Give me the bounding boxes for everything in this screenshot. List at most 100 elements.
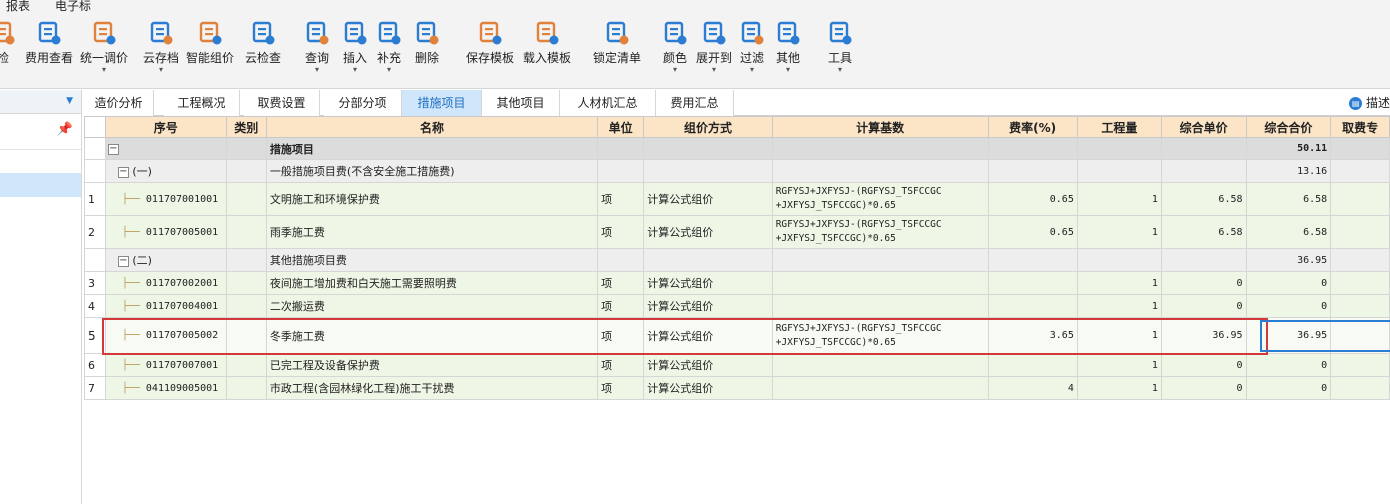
tab-2[interactable]: 取费设置 [244, 90, 320, 116]
rate-cell[interactable] [987, 353, 1078, 377]
column-header[interactable]: 类别 [225, 116, 267, 138]
price-cell[interactable]: 0 [1160, 376, 1247, 400]
qty-cell[interactable] [1076, 248, 1162, 272]
toolbar-button-15[interactable]: 过滤 ▾ [739, 19, 765, 74]
qty-cell[interactable]: 1 [1076, 294, 1162, 318]
basis-cell[interactable]: RGFYSJ+JXFYSJ-(RGFYSJ_TSFCCGC +JXFYSJ_TS… [771, 215, 989, 249]
toolbar-button-10[interactable]: 保存模板 [466, 19, 514, 66]
collapse-toggle-icon[interactable]: − [117, 255, 129, 267]
qty-cell[interactable] [1076, 159, 1162, 183]
pin-icon[interactable]: 📌 [57, 122, 73, 137]
total-cell[interactable]: 0 [1245, 271, 1332, 295]
rate-cell[interactable] [987, 271, 1078, 295]
category-cell[interactable] [225, 182, 267, 216]
tab-7[interactable]: 费用汇总 [656, 90, 734, 116]
chevron-down-icon[interactable]: ▾ [739, 66, 765, 74]
column-header[interactable]: 组价方式 [643, 116, 773, 138]
rate-cell[interactable]: 3.65 [987, 317, 1078, 354]
fee-cell[interactable] [1330, 159, 1390, 183]
method-cell[interactable]: 计算公式组价 [643, 294, 773, 318]
price-cell[interactable]: 0 [1160, 353, 1247, 377]
toolbar-button-14[interactable]: 展开到 ▾ [696, 19, 732, 74]
name-cell[interactable]: 文明施工和环境保护费 [265, 182, 599, 216]
price-cell[interactable]: 6.58 [1160, 215, 1247, 249]
toolbar-button-5[interactable]: 云检查 [245, 19, 281, 66]
tab-0[interactable]: 造价分析 [84, 90, 154, 116]
row-number[interactable]: 3 [84, 271, 106, 295]
chevron-down-icon[interactable]: ▾ [342, 66, 368, 74]
basis-cell[interactable] [771, 137, 989, 160]
menu-report[interactable]: 报表 [6, 0, 30, 14]
rate-cell[interactable]: 0.65 [987, 182, 1078, 216]
tab-1[interactable]: 工程概况 [164, 90, 240, 116]
qty-cell[interactable]: 1 [1076, 215, 1162, 249]
row-number[interactable]: 7 [84, 376, 106, 400]
category-cell[interactable] [225, 294, 267, 318]
rate-cell[interactable]: 0.65 [987, 215, 1078, 249]
fee-cell[interactable] [1330, 294, 1390, 318]
total-cell[interactable]: 0 [1245, 294, 1332, 318]
method-cell[interactable]: 计算公式组价 [643, 317, 773, 354]
basis-cell[interactable] [771, 353, 989, 377]
code-cell[interactable]: ├── 011707007001 [104, 353, 227, 377]
fee-cell[interactable] [1330, 182, 1390, 216]
unit-cell[interactable]: 项 [597, 353, 645, 377]
method-cell[interactable]: 计算公式组价 [643, 182, 773, 216]
total-cell[interactable]: 6.58 [1245, 182, 1332, 216]
fee-cell[interactable] [1330, 271, 1390, 295]
toolbar-button-17[interactable]: 工具 ▾ [827, 19, 853, 74]
menu-e-bid[interactable]: 电子标 [55, 0, 91, 14]
price-cell[interactable]: 0 [1160, 271, 1247, 295]
row-number[interactable]: 2 [84, 215, 106, 249]
method-cell[interactable] [643, 137, 773, 160]
column-header[interactable]: 综合合价 [1245, 116, 1332, 138]
price-cell[interactable] [1160, 137, 1247, 160]
chevron-down-icon[interactable]: ▾ [696, 66, 732, 74]
basis-cell[interactable] [771, 248, 989, 272]
unit-cell[interactable]: 项 [597, 271, 645, 295]
collapse-toggle-icon[interactable]: − [107, 143, 119, 155]
price-cell[interactable]: 6.58 [1160, 182, 1247, 216]
left-panel-selected-item[interactable] [0, 173, 81, 197]
method-cell[interactable] [643, 248, 773, 272]
code-cell[interactable]: − (一) [104, 159, 227, 183]
column-header[interactable]: 综合单价 [1160, 116, 1247, 138]
code-cell[interactable]: − [104, 137, 227, 160]
qty-cell[interactable]: 1 [1076, 353, 1162, 377]
row-number[interactable]: 5 [84, 317, 106, 354]
table-row[interactable]: 5 ├── 011707005002 冬季施工费项计算公式组价 RGFYSJ+JXFY… [84, 317, 1390, 354]
price-cell[interactable]: 36.95 [1160, 317, 1247, 354]
qty-cell[interactable] [1076, 137, 1162, 160]
column-header[interactable]: 工程量 [1076, 116, 1162, 138]
total-cell[interactable]: 36.95 [1245, 317, 1332, 354]
fee-cell[interactable] [1330, 137, 1390, 160]
category-cell[interactable] [225, 137, 267, 160]
method-cell[interactable]: 计算公式组价 [643, 353, 773, 377]
code-cell[interactable]: − (二) [104, 248, 227, 272]
tab-5[interactable]: 其他项目 [482, 90, 560, 116]
basis-cell[interactable] [771, 271, 989, 295]
price-cell[interactable]: 0 [1160, 294, 1247, 318]
qty-cell[interactable]: 1 [1076, 182, 1162, 216]
chevron-down-icon[interactable]: ▾ [376, 66, 402, 74]
name-cell[interactable]: 已完工程及设备保护费 [265, 353, 599, 377]
category-cell[interactable] [225, 353, 267, 377]
table-row[interactable]: 1 ├── 011707001001 文明施工和环境保护费项计算公式组价 RGFYSJ… [84, 182, 1390, 216]
chevron-down-icon[interactable]: ▾ [143, 66, 179, 74]
rate-cell[interactable] [987, 294, 1078, 318]
toolbar-button-9[interactable]: 删除 [414, 19, 440, 66]
name-cell[interactable]: 冬季施工费 [265, 317, 599, 354]
code-cell[interactable]: ├── 011707005001 [104, 215, 227, 249]
name-cell[interactable]: 雨季施工费 [265, 215, 599, 249]
qty-cell[interactable]: 1 [1076, 376, 1162, 400]
price-cell[interactable] [1160, 248, 1247, 272]
column-header[interactable]: 费率(%) [987, 116, 1078, 138]
method-cell[interactable] [643, 159, 773, 183]
row-number[interactable]: 6 [84, 353, 106, 377]
toolbar-button-16[interactable]: 其他 ▾ [775, 19, 801, 74]
basis-cell[interactable] [771, 376, 989, 400]
row-number[interactable] [84, 248, 106, 272]
unit-cell[interactable]: 项 [597, 294, 645, 318]
row-number[interactable] [84, 137, 106, 160]
basis-cell[interactable]: RGFYSJ+JXFYSJ-(RGFYSJ_TSFCCGC +JXFYSJ_TS… [771, 317, 989, 354]
